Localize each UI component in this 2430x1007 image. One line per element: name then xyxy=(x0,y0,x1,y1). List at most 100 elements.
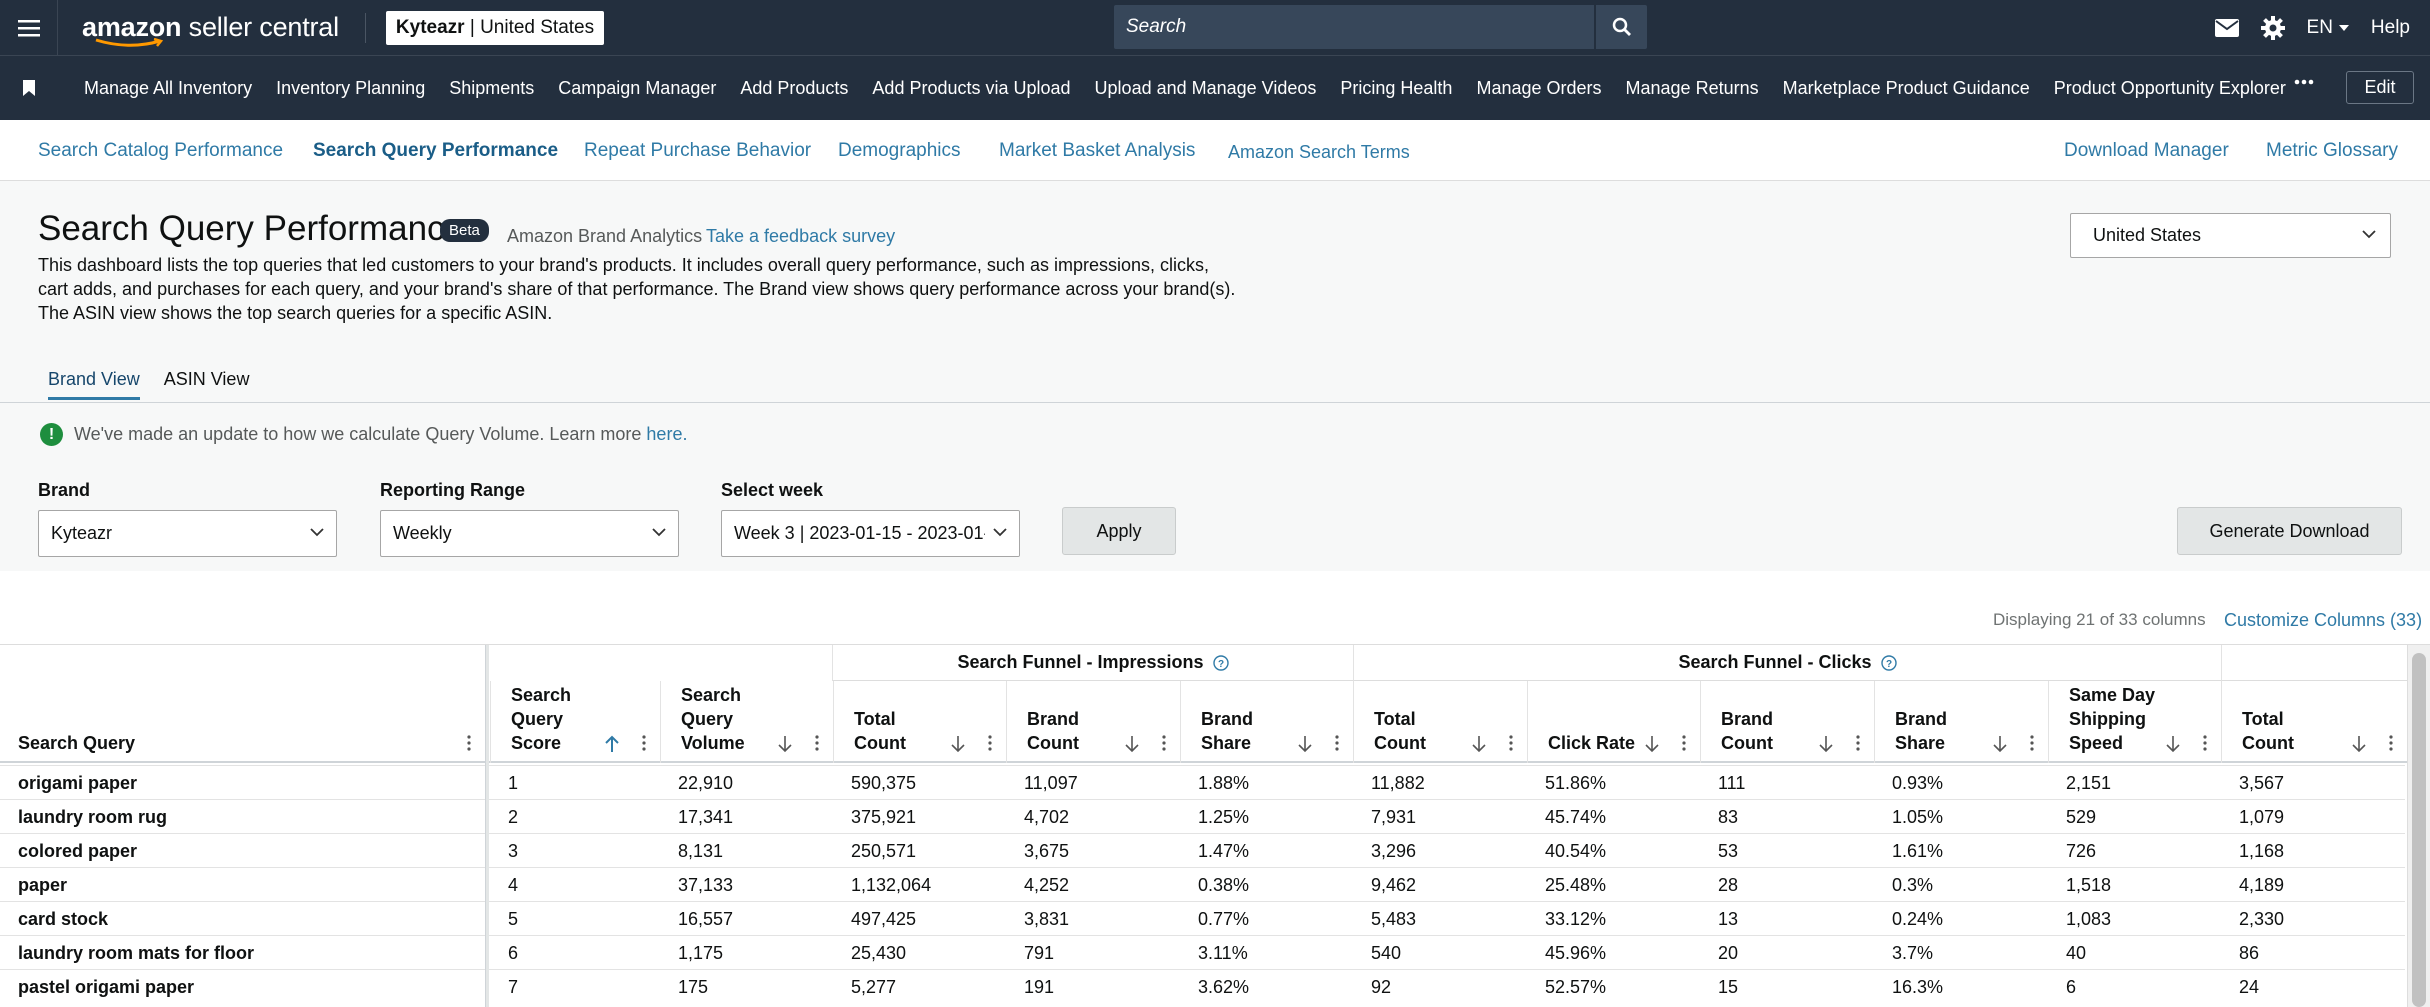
feedback-survey-link[interactable]: Take a feedback survey xyxy=(706,226,895,247)
nav-item-pricing-health[interactable]: Pricing Health xyxy=(1340,78,1452,99)
column-menu-icon[interactable] xyxy=(467,735,471,751)
nav-item-inventory-planning[interactable]: Inventory Planning xyxy=(276,78,425,99)
reporting-range-select[interactable]: Weekly xyxy=(380,510,679,557)
table-cell: 1,168 xyxy=(2239,841,2285,861)
query-cell[interactable]: laundry room mats for floor xyxy=(18,943,254,964)
country-select[interactable]: United States xyxy=(2070,213,2391,258)
query-cell[interactable]: origami paper xyxy=(18,773,137,794)
column-menu-icon[interactable] xyxy=(1162,735,1166,751)
table-cell: 6 xyxy=(508,943,519,963)
sort-arrow-icon[interactable] xyxy=(950,735,966,753)
search-icon[interactable] xyxy=(1594,5,1647,49)
table-row[interactable]: laundry room rug 2 17,341 375,921 4,702 1.25%… xyxy=(0,799,2405,833)
apply-button[interactable]: Apply xyxy=(1062,507,1176,555)
sort-arrow-icon[interactable] xyxy=(1297,735,1313,753)
column-menu-icon[interactable] xyxy=(1682,735,1686,751)
bookmark-icon[interactable] xyxy=(0,80,58,96)
table-row[interactable]: pastel origami paper 7 175 5,277 191 3.62% 92 5… xyxy=(0,969,2405,1003)
subnav-search-query-performance[interactable]: Search Query Performance xyxy=(313,140,558,162)
download-manager-link[interactable]: Download Manager xyxy=(2064,140,2229,162)
query-cell[interactable]: colored paper xyxy=(18,841,137,862)
generate-download-button[interactable]: Generate Download xyxy=(2177,507,2402,555)
sort-arrow-icon[interactable] xyxy=(777,735,793,753)
table-cell: 0.38% xyxy=(1198,875,1250,895)
column-header-clicks-brand-count[interactable]: Brand Count xyxy=(1700,681,1874,763)
query-cell[interactable]: paper xyxy=(18,875,67,896)
column-menu-icon[interactable] xyxy=(1856,735,1860,751)
column-header-total-count[interactable]: Total Count xyxy=(2221,681,2407,763)
vertical-scrollbar[interactable] xyxy=(2407,645,2430,1007)
column-header-clicks-click-rate[interactable]: Click Rate xyxy=(1527,681,1700,763)
table-row[interactable]: colored paper 3 8,131 250,571 3,675 1.47% 3,29… xyxy=(0,833,2405,867)
query-cell[interactable]: card stock xyxy=(18,909,108,930)
more-icon[interactable] xyxy=(2294,72,2314,92)
column-header-search-query-score[interactable]: Search Query Score xyxy=(490,681,660,763)
column-menu-icon[interactable] xyxy=(988,735,992,751)
tab-brand-view[interactable]: Brand View xyxy=(48,369,140,400)
amazon-seller-central-logo[interactable]: amazon seller central xyxy=(82,0,339,55)
nav-item-manage-returns[interactable]: Manage Returns xyxy=(1626,78,1759,99)
brand-select[interactable]: Kyteazr xyxy=(38,510,337,557)
subnav-demographics[interactable]: Demographics xyxy=(838,140,961,162)
column-header-search-query-volume[interactable]: Search Query Volume xyxy=(660,681,833,763)
tab-asin-view[interactable]: ASIN View xyxy=(164,369,250,400)
sort-arrow-icon[interactable] xyxy=(2351,735,2367,753)
column-header-clicks-total-count[interactable]: Total Count xyxy=(1353,681,1527,763)
column-menu-icon[interactable] xyxy=(815,735,819,751)
column-header-same-day-shipping-speed[interactable]: Same Day Shipping Speed xyxy=(2048,681,2221,763)
sort-arrow-icon[interactable] xyxy=(1471,735,1487,753)
table-row[interactable]: paper 4 37,133 1,132,064 4,252 0.38% 9,462 25.4… xyxy=(0,867,2405,901)
column-menu-icon[interactable] xyxy=(1509,735,1513,751)
table-row[interactable]: card stock 5 16,557 497,425 3,831 0.77% 5,483 3… xyxy=(0,901,2405,935)
column-header-impressions-total-count[interactable]: Total Count xyxy=(833,681,1006,763)
nav-item-upload-videos[interactable]: Upload and Manage Videos xyxy=(1095,78,1317,99)
sort-ascending-icon[interactable] xyxy=(604,735,620,753)
table-cell: 4,252 xyxy=(1024,875,1070,895)
edit-button[interactable]: Edit xyxy=(2346,71,2414,104)
column-menu-icon[interactable] xyxy=(2030,735,2034,751)
column-menu-icon[interactable] xyxy=(2389,735,2393,751)
account-switcher[interactable]: Kyteazr | United States xyxy=(385,10,605,45)
column-menu-icon[interactable] xyxy=(1335,735,1339,751)
query-cell[interactable]: pastel origami paper xyxy=(18,977,194,998)
nav-item-shipments[interactable]: Shipments xyxy=(449,78,534,99)
sort-arrow-icon[interactable] xyxy=(1818,735,1834,753)
sort-arrow-icon[interactable] xyxy=(1644,735,1660,753)
column-menu-icon[interactable] xyxy=(2203,735,2207,751)
subnav-market-basket-analysis[interactable]: Market Basket Analysis xyxy=(999,140,1195,162)
query-cell[interactable]: laundry room rug xyxy=(18,807,167,828)
metric-glossary-link[interactable]: Metric Glossary xyxy=(2266,140,2398,162)
table-row[interactable]: laundry room mats for floor 6 1,175 25,430 7… xyxy=(0,935,2405,969)
language-selector[interactable]: EN xyxy=(2307,17,2349,39)
learn-more-link[interactable]: here. xyxy=(646,424,687,445)
mail-icon[interactable] xyxy=(2214,18,2239,37)
table-cell: 5,483 xyxy=(1371,909,1417,929)
nav-item-add-products-upload[interactable]: Add Products via Upload xyxy=(872,78,1070,99)
table-cell: 15 xyxy=(1718,977,1739,997)
table-cell: 1,518 xyxy=(2066,875,2112,895)
hamburger-menu-icon[interactable] xyxy=(0,0,58,55)
nav-item-marketplace-guidance[interactable]: Marketplace Product Guidance xyxy=(1783,78,2030,99)
sort-arrow-icon[interactable] xyxy=(1992,735,2008,753)
sort-arrow-icon[interactable] xyxy=(2165,735,2181,753)
week-select[interactable]: Week 3 | 2023-01-15 - 2023-01-21 xyxy=(721,510,1020,557)
nav-item-add-products[interactable]: Add Products xyxy=(740,78,848,99)
table-row[interactable]: origami paper 1 22,910 590,375 11,097 1.88% 11… xyxy=(0,765,2405,799)
column-header-clicks-brand-share[interactable]: Brand Share xyxy=(1874,681,2048,763)
sort-arrow-icon[interactable] xyxy=(1124,735,1140,753)
nav-item-campaign-manager[interactable]: Campaign Manager xyxy=(558,78,716,99)
nav-item-product-opportunity-explorer[interactable]: Product Opportunity Explorer xyxy=(2054,78,2286,99)
column-header-impressions-brand-count[interactable]: Brand Count xyxy=(1006,681,1180,763)
search-input[interactable]: Search xyxy=(1114,5,1594,49)
subnav-amazon-search-terms[interactable]: Amazon Search Terms xyxy=(1228,142,1410,163)
column-menu-icon[interactable] xyxy=(642,735,646,751)
gear-icon[interactable] xyxy=(2260,15,2285,40)
help-link[interactable]: Help xyxy=(2371,17,2410,39)
subnav-repeat-purchase-behavior[interactable]: Repeat Purchase Behavior xyxy=(584,140,811,162)
column-header-search-query[interactable]: Search Query xyxy=(0,645,485,763)
nav-item-manage-orders[interactable]: Manage Orders xyxy=(1476,78,1601,99)
customize-columns-link[interactable]: Customize Columns (33) xyxy=(2224,610,2422,631)
nav-item-manage-all-inventory[interactable]: Manage All Inventory xyxy=(84,78,252,99)
column-header-impressions-brand-share[interactable]: Brand Share xyxy=(1180,681,1353,763)
subnav-search-catalog-performance[interactable]: Search Catalog Performance xyxy=(38,140,283,162)
